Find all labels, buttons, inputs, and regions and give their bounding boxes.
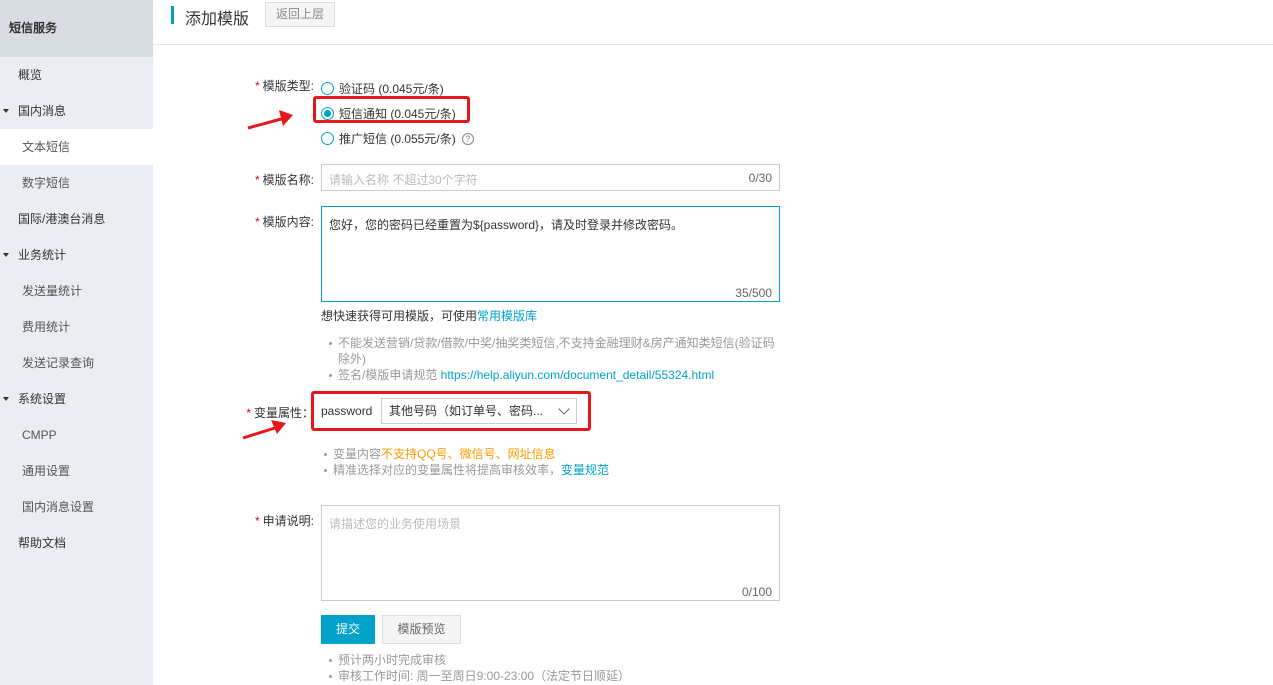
- list-item: 审核工作时间: 周一至周日9:00-23:00（法定节日顺延）: [326, 668, 786, 684]
- preview-button[interactable]: 模版预览: [382, 615, 461, 644]
- name-label: * 模版名称:: [254, 173, 314, 187]
- sidebar-item-help-docs[interactable]: 帮助文档: [0, 525, 153, 561]
- footer-hints: 预计两小时完成审核 审核工作时间: 周一至周日9:00-23:00（法定节日顺延…: [326, 652, 786, 684]
- sidebar-item-digital-sms[interactable]: 数字短信: [0, 165, 153, 201]
- list-item: 预计两小时完成审核: [326, 652, 786, 668]
- sidebar-item-domestic[interactable]: 国内消息: [0, 93, 153, 129]
- sidebar-item-label: 概览: [18, 68, 43, 82]
- content-counter: 35/500: [735, 286, 772, 300]
- common-templates-link[interactable]: 常用模版库: [477, 309, 537, 323]
- content-hints: 不能发送营销/贷款/借款/中奖/抽奖类短信,不支持金融理财&房产通知类短信(验证…: [326, 335, 781, 383]
- list-item: 变量内容不支持QQ号、微信号、网址信息: [321, 446, 781, 462]
- name-input[interactable]: 请输入名称 不超过30个字符 0/30: [321, 164, 780, 191]
- content-value: 您好，您的密码已经重置为${password}，请及时登录并修改密码。: [329, 218, 684, 232]
- remark-counter: 0/100: [741, 585, 772, 599]
- sidebar-item-general-settings[interactable]: 通用设置: [0, 453, 153, 489]
- content-textarea[interactable]: 您好，您的密码已经重置为${password}，请及时登录并修改密码。 35/5…: [321, 206, 780, 302]
- sidebar-item-label: 文本短信: [22, 140, 71, 154]
- back-button[interactable]: 返回上层: [265, 2, 336, 27]
- radio-label: 推广短信 (0.055元/条): [339, 132, 456, 146]
- quick-tip-text: 想快速获得可用模版，可使用: [321, 309, 478, 323]
- sidebar-item-statistics[interactable]: 业务统计: [0, 237, 153, 273]
- sidebar-item-label: 业务统计: [18, 248, 67, 262]
- radio-promo[interactable]: [321, 132, 334, 145]
- annotation-highlight-box: [311, 391, 591, 431]
- variable-hints: 变量内容不支持QQ号、微信号、网址信息 精准选择对应的变量属性将提高审核效率，变…: [321, 446, 781, 478]
- caret-down-icon: [3, 109, 9, 113]
- annotation-arrow-icon: [247, 110, 293, 130]
- caret-down-icon: [3, 397, 9, 401]
- name-counter: 0/30: [748, 171, 772, 185]
- sidebar-item-label: CMPP: [22, 428, 57, 442]
- type-option-promo[interactable]: 推广短信 (0.055元/条) ?: [321, 130, 474, 147]
- sidebar-item-domestic-settings[interactable]: 国内消息设置: [0, 489, 153, 525]
- sidebar-item-label: 国内消息设置: [22, 500, 95, 514]
- sidebar-title: 短信服务: [0, 0, 153, 57]
- sidebar-item-label: 国际/港澳台消息: [18, 212, 106, 226]
- sidebar-item-label: 费用统计: [22, 320, 71, 334]
- sidebar-item-send-records[interactable]: 发送记录查询: [0, 345, 153, 381]
- remark-label: * 申请说明:: [254, 514, 314, 528]
- title-accent-bar: [171, 6, 174, 24]
- page-title: 添加模版: [185, 11, 250, 28]
- sidebar-item-cmpp[interactable]: CMPP: [0, 417, 153, 453]
- list-item: 不能发送营销/贷款/借款/中奖/抽奖类短信,不支持金融理财&房产通知类短信(验证…: [326, 335, 781, 367]
- quick-template-tip: 想快速获得可用模版，可使用常用模版库: [321, 307, 537, 324]
- sidebar-item-send-stats[interactable]: 发送量统计: [0, 273, 153, 309]
- name-placeholder: 请输入名称 不超过30个字符: [329, 173, 478, 187]
- sidebar-item-label: 系统设置: [18, 392, 67, 406]
- sidebar-item-label: 通用设置: [22, 464, 71, 478]
- sidebar-item-system-settings[interactable]: 系统设置: [0, 381, 153, 417]
- help-icon[interactable]: ?: [461, 132, 474, 145]
- annotation-arrow-icon: [242, 420, 286, 440]
- submit-button[interactable]: 提交: [321, 615, 375, 644]
- sidebar-item-text-sms[interactable]: 文本短信: [0, 129, 153, 165]
- list-item: 精准选择对应的变量属性将提高审核效率，变量规范: [321, 462, 781, 478]
- remark-placeholder: 请描述您的业务使用场景: [329, 517, 462, 531]
- sidebar: 短信服务 概览 国内消息 文本短信 数字短信 国际/港澳台消息 业务统计 发送量…: [0, 0, 153, 685]
- content-label: * 模版内容:: [254, 215, 314, 229]
- remark-textarea[interactable]: 请描述您的业务使用场景 0/100: [321, 505, 780, 601]
- spec-link[interactable]: https://help.aliyun.com/document_detail/…: [441, 368, 715, 382]
- sidebar-item-international[interactable]: 国际/港澳台消息: [0, 201, 153, 237]
- page-header: 添加模版 返回上层: [153, 0, 1273, 45]
- sidebar-item-label: 数字短信: [22, 176, 71, 190]
- sidebar-item-label: 帮助文档: [18, 536, 67, 550]
- annotation-highlight-box: [313, 96, 470, 123]
- type-label: * 模版类型:: [254, 79, 314, 93]
- radio-verify[interactable]: [321, 82, 334, 95]
- sidebar-item-label: 国内消息: [18, 104, 67, 118]
- sidebar-item-cost-stats[interactable]: 费用统计: [0, 309, 153, 345]
- list-item: 签名/模版申请规范 https://help.aliyun.com/docume…: [326, 367, 781, 383]
- radio-label: 验证码 (0.045元/条): [339, 82, 444, 96]
- sidebar-item-label: 发送记录查询: [22, 356, 95, 370]
- sidebar-item-overview[interactable]: 概览: [0, 57, 153, 93]
- type-option-verify[interactable]: 验证码 (0.045元/条): [321, 80, 444, 97]
- variable-spec-link[interactable]: 变量规范: [561, 463, 609, 477]
- sidebar-item-label: 发送量统计: [22, 284, 83, 298]
- caret-down-icon: [3, 253, 9, 257]
